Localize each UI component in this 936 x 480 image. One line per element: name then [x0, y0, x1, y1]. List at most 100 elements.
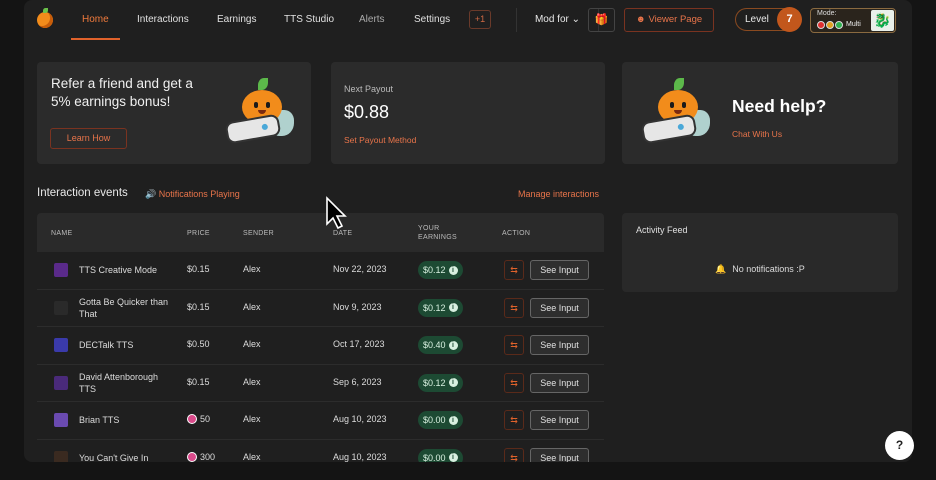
replay-button[interactable]: ⇆ [504, 260, 524, 280]
bell-icon: 🔔 [715, 264, 727, 274]
level-badge[interactable]: Level 7 [735, 7, 802, 32]
info-icon[interactable]: i [448, 340, 458, 350]
interaction-thumbnail [54, 338, 68, 352]
mode-dot-red [817, 21, 825, 29]
price-value: $0.50 [187, 339, 210, 349]
info-icon[interactable]: i [448, 415, 458, 425]
interaction-sender: Alex [243, 414, 261, 424]
notifications-label: Notifications Playing [158, 189, 240, 199]
mode-dots [817, 21, 843, 29]
learn-how-button[interactable]: Learn How [50, 128, 127, 149]
col-date: DATE [333, 230, 353, 237]
interaction-name: Gotta Be Quicker than That [79, 296, 169, 319]
earnings-pill: $0.00 i [418, 448, 463, 463]
refer-title: Refer a friend and get a 5% earnings bon… [51, 76, 193, 109]
table-row: DECTalk TTS $0.50 Alex Oct 17, 2023 $0.40 i ⇆ S… [37, 327, 604, 365]
help-title: Need help? [732, 96, 827, 116]
mode-switcher[interactable]: Mode: Multi 🐉 [810, 8, 896, 33]
tab-interactions[interactable]: Interactions [137, 0, 189, 40]
gift-button[interactable]: 🎁 [588, 8, 615, 32]
replay-icon: ⇆ [510, 415, 518, 425]
payout-card: Next Payout $0.88 Set Payout Method [331, 62, 605, 164]
info-icon[interactable]: i [448, 378, 458, 387]
viewer-page-button[interactable]: ☻ Viewer Page [624, 8, 714, 32]
see-input-button[interactable]: See Input [530, 297, 589, 318]
notifications-toggle[interactable]: 🔊 Notifications Playing [145, 189, 240, 200]
interaction-price: $0.15 [187, 264, 210, 274]
replay-button[interactable]: ⇆ [504, 410, 524, 430]
interaction-date: Aug 10, 2023 [333, 451, 387, 462]
interaction-name: TTS Creative Mode [79, 265, 158, 275]
replay-icon: ⇆ [510, 265, 518, 275]
col-name: NAME [51, 230, 73, 237]
interaction-date: Nov 9, 2023 [333, 301, 382, 312]
viewer-page-label: Viewer Page [648, 14, 703, 25]
col-sender: SENDER [243, 230, 274, 237]
level-label: Level [745, 14, 769, 25]
gift-icon: 🎁 [594, 14, 609, 26]
replay-button[interactable]: ⇆ [504, 447, 524, 462]
activity-title: Activity Feed [636, 225, 688, 235]
interaction-sender: Alex [243, 339, 261, 349]
activity-empty-text: No notifications :P [732, 264, 805, 274]
interaction-thumbnail [54, 450, 68, 462]
replay-button[interactable]: ⇆ [504, 372, 524, 393]
info-icon[interactable]: i [448, 303, 458, 312]
see-input-button[interactable]: See Input [530, 447, 589, 462]
interaction-date: Sep 6, 2023 [333, 376, 382, 387]
interaction-sender: Alex [243, 264, 261, 274]
mod-for-dropdown[interactable]: Mod for ⌄ [516, 8, 599, 32]
table-row: TTS Creative Mode $0.15 Alex Nov 22, 2023 $0… [37, 252, 604, 290]
see-input-button[interactable]: See Input [530, 410, 589, 430]
interactions-table: NAME PRICE SENDER DATE YOUR EARNINGS ACT… [37, 213, 604, 462]
interaction-name: DECTalk TTS [79, 340, 134, 350]
interaction-name: Brian TTS [79, 415, 120, 425]
avatar[interactable]: 🐉 [871, 10, 894, 31]
manage-interactions-link[interactable]: Manage interactions [518, 189, 599, 199]
see-input-button[interactable]: See Input [530, 372, 589, 393]
interaction-thumbnail [54, 413, 68, 427]
earnings-pill: $0.40 i [418, 336, 463, 354]
table-row: Gotta Be Quicker than That $0.15 Alex Nov 9… [37, 290, 604, 327]
earnings-value: $0.40 [423, 340, 446, 350]
help-card: Need help? Chat With Us [622, 62, 898, 164]
people-icon: ☻ [635, 14, 646, 25]
interaction-sender: Alex [243, 301, 261, 312]
earnings-pill: $0.00 i [418, 411, 463, 429]
tab-earnings[interactable]: Earnings [217, 0, 256, 40]
table-body: TTS Creative Mode $0.15 Alex Nov 22, 2023 $0… [37, 252, 604, 462]
chat-with-us-link[interactable]: Chat With Us [732, 129, 782, 139]
tab-tts-studio[interactable]: TTS Studio [284, 0, 334, 40]
table-row: Brian TTS 50 Alex Aug 10, 2023 $0.00 i ⇆ See In… [37, 402, 604, 440]
earnings-value: $0.00 [423, 452, 446, 463]
interaction-thumbnail [54, 375, 68, 390]
tab-settings[interactable]: Settings [414, 0, 450, 40]
mouse-cursor-icon [326, 196, 347, 230]
see-input-button[interactable]: See Input [530, 335, 589, 355]
replay-button[interactable]: ⇆ [504, 335, 524, 355]
interaction-sender: Alex [243, 376, 261, 387]
tab-alerts[interactable]: Alerts [359, 0, 385, 40]
orange-mascot-icon [640, 76, 720, 146]
info-icon[interactable]: i [448, 453, 458, 462]
interaction-thumbnail [54, 300, 68, 315]
replay-icon: ⇆ [510, 302, 518, 313]
price-value: 300 [200, 451, 216, 462]
info-icon[interactable]: i [448, 265, 458, 275]
interaction-thumbnail [54, 263, 68, 277]
orange-logo-icon[interactable] [37, 8, 53, 28]
see-input-button[interactable]: See Input [530, 260, 589, 280]
earnings-pill: $0.12 i [418, 373, 463, 392]
interaction-sender: Alex [243, 451, 261, 462]
mode-label: Mode: [817, 10, 837, 17]
set-payout-link[interactable]: Set Payout Method [344, 135, 416, 145]
interaction-date: Aug 10, 2023 [333, 414, 387, 424]
more-tabs-badge[interactable]: +1 [469, 10, 491, 29]
interaction-price: $0.50 [187, 339, 210, 349]
interaction-price: 300 [187, 451, 216, 462]
chevron-down-icon: ⌄ [571, 14, 581, 25]
help-fab-button[interactable]: ? [885, 431, 914, 460]
tab-home[interactable]: Home [71, 0, 120, 40]
replay-button[interactable]: ⇆ [504, 297, 524, 318]
replay-icon: ⇆ [510, 340, 518, 350]
